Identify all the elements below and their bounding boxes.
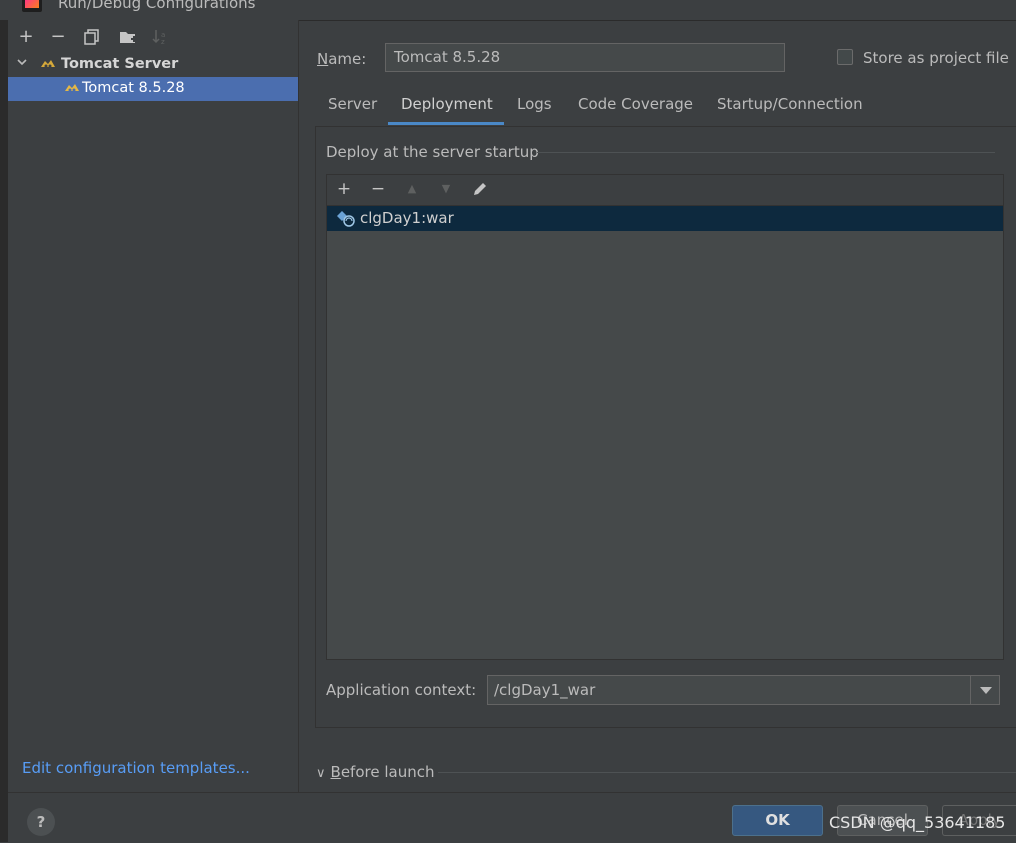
watermark-text: CSDN @qq_53641185 xyxy=(829,813,1006,832)
move-down-button[interactable]: ▼ xyxy=(436,179,456,199)
store-as-project-file-label[interactable]: Store as project file xyxy=(863,49,1009,67)
tab-code-coverage[interactable]: Code Coverage xyxy=(578,95,693,113)
before-launch-toggle[interactable]: ∨ Before launch xyxy=(316,763,434,781)
chevron-down-icon[interactable] xyxy=(16,56,28,71)
name-label-text: ame: xyxy=(328,50,367,68)
background-editor-strip xyxy=(0,20,8,842)
app-context-label: Application context: xyxy=(326,681,477,699)
move-up-button[interactable]: ▲ xyxy=(402,179,422,199)
tree-item-tomcat-server[interactable]: Tomcat Server xyxy=(8,54,298,78)
active-tab-indicator xyxy=(388,122,504,125)
tab-server[interactable]: Server xyxy=(328,95,377,113)
dropdown-arrow-icon[interactable] xyxy=(970,676,999,704)
list-item-artifact[interactable]: clgDay1:war xyxy=(327,206,1003,231)
deploy-list-toolbar xyxy=(327,175,1003,206)
tree-item-tomcat-config[interactable]: Tomcat 8.5.28 xyxy=(8,77,298,101)
svg-text:z: z xyxy=(161,38,165,45)
store-as-project-file-checkbox[interactable] xyxy=(837,49,853,65)
tomcat-icon xyxy=(64,82,80,96)
chevron-down-icon: ∨ xyxy=(316,766,326,781)
tab-deployment[interactable]: Deployment xyxy=(401,95,493,113)
window-title: Run/Debug Configurations xyxy=(58,0,256,12)
deploy-artifacts-list xyxy=(326,174,1004,660)
add-artifact-button[interactable]: + xyxy=(334,179,354,199)
before-launch-mnemonic: B xyxy=(330,763,341,781)
tomcat-icon xyxy=(40,58,56,72)
app-logo-icon xyxy=(22,0,42,12)
name-input[interactable]: Tomcat 8.5.28 xyxy=(385,43,785,72)
tree-item-label: Tomcat Server xyxy=(61,56,179,72)
remove-config-button[interactable]: − xyxy=(48,27,68,47)
edit-templates-link[interactable]: Edit configuration templates... xyxy=(22,759,250,777)
add-config-button[interactable]: + xyxy=(16,27,36,47)
move-to-folder-button[interactable] xyxy=(118,27,138,47)
sort-icon: az xyxy=(152,30,165,46)
name-label-mnemonic: N xyxy=(317,50,329,68)
name-label: Name: xyxy=(317,50,366,68)
deploy-section-title: Deploy at the server startup xyxy=(326,143,539,161)
artifact-war-icon xyxy=(336,210,356,232)
tab-startup-connection[interactable]: Startup/Connection xyxy=(717,95,863,113)
edit-artifact-button[interactable] xyxy=(470,179,490,199)
app-context-combobox[interactable]: /clgDay1_war xyxy=(487,675,1000,705)
section-divider xyxy=(537,152,995,153)
app-context-value: /clgDay1_war xyxy=(494,681,596,699)
ok-button[interactable]: OK xyxy=(732,805,823,836)
sort-configs-button[interactable]: az xyxy=(151,27,171,47)
help-button[interactable]: ? xyxy=(27,808,55,836)
copy-config-button[interactable] xyxy=(82,27,102,47)
artifact-label: clgDay1:war xyxy=(360,209,454,227)
config-tree-panel: + − az Tomcat Server Tomcat 8.5.28 Edit … xyxy=(8,20,299,792)
remove-artifact-button[interactable]: − xyxy=(368,179,388,199)
copy-icon xyxy=(84,29,99,45)
pencil-icon xyxy=(474,183,486,195)
tab-logs[interactable]: Logs xyxy=(517,95,552,113)
tree-item-label: Tomcat 8.5.28 xyxy=(82,80,185,96)
folder-add-icon xyxy=(120,32,137,43)
section-divider xyxy=(438,772,1016,773)
before-launch-text: efore launch xyxy=(340,763,435,781)
